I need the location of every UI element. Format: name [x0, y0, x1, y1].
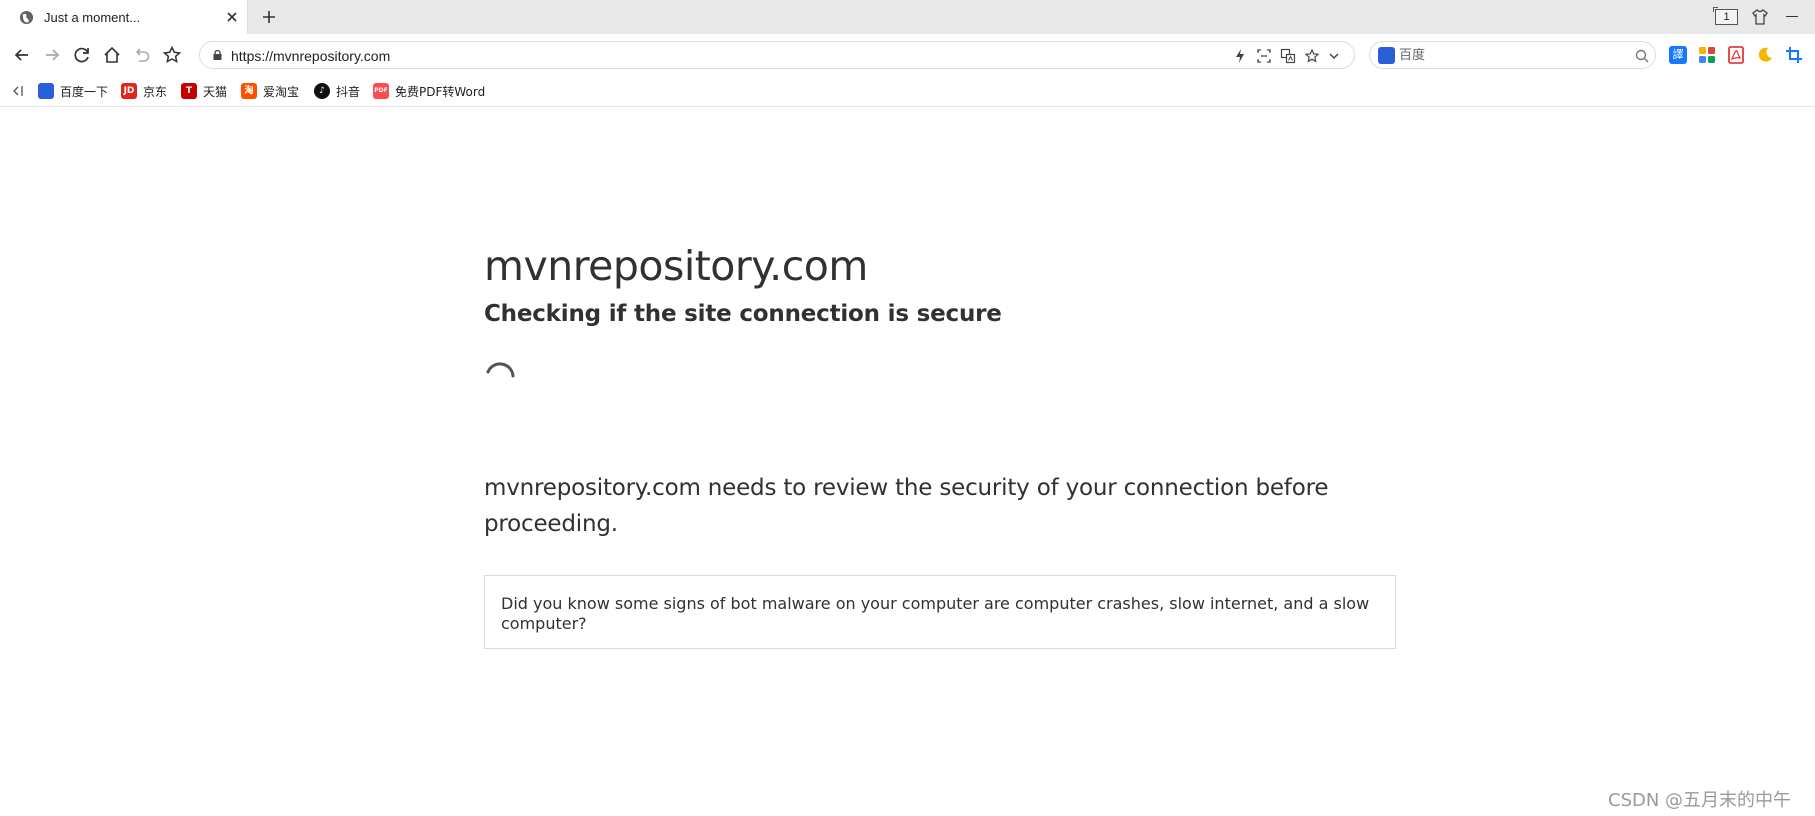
bookmark-item-jd[interactable]: JD 京东: [121, 82, 167, 100]
bookmark-item-douyin[interactable]: ♪ 抖音: [314, 82, 360, 100]
review-message: mvnrepository.com needs to review the se…: [484, 475, 1329, 537]
address-bar[interactable]: https://mvnrepository.com: [199, 41, 1355, 69]
apps-grid-icon[interactable]: [1698, 46, 1716, 64]
baidu-paw-icon: 🐾: [38, 83, 54, 99]
tip-text: Did you know some signs of bot malware o…: [501, 594, 1370, 633]
tmall-icon: T: [181, 83, 197, 99]
bookmark-item-tmall[interactable]: T 天猫: [181, 82, 227, 100]
bookmark-item-baidu[interactable]: 🐾 百度一下: [38, 82, 108, 100]
search-icon[interactable]: [1634, 48, 1650, 64]
collapse-sidebar-icon[interactable]: [10, 84, 24, 98]
favorite-star-icon[interactable]: [1304, 48, 1320, 64]
jd-icon: JD: [121, 83, 137, 99]
tip-box: Did you know some signs of bot malware o…: [484, 575, 1396, 649]
taobao-icon: 淘: [241, 83, 257, 99]
forward-arrow-icon[interactable]: [42, 45, 62, 65]
shirt-icon[interactable]: [1751, 9, 1769, 25]
pdf-icon: PDF: [373, 83, 389, 99]
close-tab-icon[interactable]: [225, 10, 239, 24]
baidu-paw-icon: 🐾: [1378, 47, 1395, 64]
crop-icon[interactable]: [1785, 46, 1803, 64]
window-count-badge[interactable]: 1: [1713, 7, 1738, 25]
lock-icon: [213, 50, 222, 60]
search-input[interactable]: [1399, 45, 1619, 65]
pdf-tool-icon[interactable]: [1727, 46, 1745, 64]
bookmark-star-icon[interactable]: [162, 45, 182, 65]
page-title: mvnrepository.com: [484, 242, 868, 290]
minimize-button[interactable]: [1786, 16, 1798, 17]
translate-icon[interactable]: [1280, 48, 1296, 64]
browser-toolbar: https://mvnrepository.com 🐾 譯: [0, 34, 1815, 76]
new-tab-icon[interactable]: [260, 8, 278, 26]
bookmark-item-pdf-to-word[interactable]: PDF 免费PDF转Word: [373, 82, 485, 100]
night-mode-icon[interactable]: [1756, 46, 1774, 64]
lightning-icon[interactable]: [1232, 48, 1248, 64]
reload-icon[interactable]: [72, 45, 92, 65]
tab-title: Just a moment...: [44, 10, 141, 25]
screenshot-icon[interactable]: [1256, 48, 1272, 64]
home-icon[interactable]: [102, 45, 122, 65]
back-arrow-icon[interactable]: [12, 45, 32, 65]
tab-strip: Just a moment... 1: [0, 0, 1815, 34]
challenge-page: mvnrepository.com Checking if the site c…: [484, 238, 1396, 649]
undo-close-tab-icon[interactable]: [132, 45, 152, 65]
tab-active[interactable]: Just a moment...: [0, 0, 248, 34]
watermark: CSDN @五月末的中午: [1608, 790, 1792, 811]
search-box[interactable]: 🐾: [1369, 41, 1656, 69]
page-subtitle: Checking if the site connection is secur…: [484, 301, 1002, 327]
translate-extension-icon[interactable]: 譯: [1669, 46, 1687, 64]
url-text[interactable]: https://mvnrepository.com: [231, 48, 390, 64]
chevron-down-icon[interactable]: [1326, 48, 1342, 64]
douyin-icon: ♪: [314, 83, 330, 99]
bookmark-item-taobao[interactable]: 淘 爱淘宝: [241, 82, 299, 100]
globe-icon: [19, 10, 34, 25]
bookmarks-bar: 🐾 百度一下 JD 京东 T 天猫 淘 爱淘宝 ♪ 抖音 PDF 免费PDF转W…: [0, 76, 1815, 107]
loading-spinner-icon: [486, 362, 515, 378]
